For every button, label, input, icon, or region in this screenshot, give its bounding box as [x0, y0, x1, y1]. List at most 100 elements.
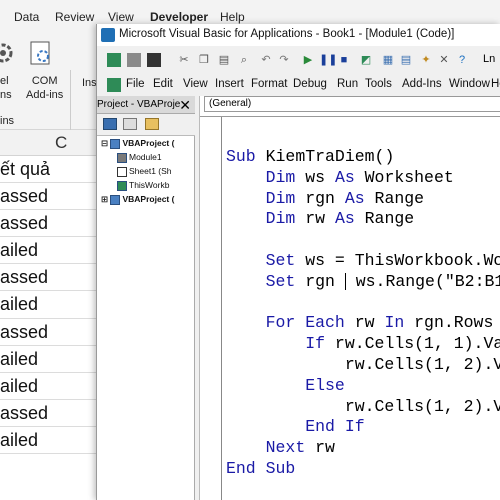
menu-help[interactable]: Help: [220, 10, 245, 24]
margin-indicator-bar[interactable]: [200, 117, 222, 500]
properties-icon[interactable]: ▤: [399, 53, 413, 67]
cut-icon[interactable]: ✂: [177, 53, 191, 67]
code-text-segment: ws.Range("B2:B1: [345, 271, 500, 291]
toolbox-icon[interactable]: ✕: [437, 53, 451, 67]
com-addins-label: COM Add-ins: [26, 75, 64, 101]
code-line[interactable]: Set rgn ws.Range("B2:B1: [226, 272, 500, 293]
code-text-segment: Range: [354, 209, 415, 229]
code-text-segment: rw.Cells(1, 2).Va: [344, 354, 500, 374]
cell[interactable]: ailed: [0, 291, 100, 319]
tree-node-sheet1[interactable]: Sheet1 (Sh: [117, 166, 172, 177]
cell[interactable]: ailed: [0, 346, 100, 373]
toggle-folders-icon[interactable]: [145, 118, 159, 130]
view-excel-icon[interactable]: [107, 53, 121, 67]
screen: Data Review View Developer Help el ns CO…: [0, 0, 500, 500]
code-text[interactable]: Sub KiemTraDiem() Dim ws As Worksheet Di…: [226, 147, 500, 480]
tree-node-vbaproject-book1[interactable]: ⊟ VBAProject (: [101, 138, 174, 149]
menu-run[interactable]: Run: [337, 78, 358, 90]
excel-ribbon: el ns COM Add-ins Ins ins: [0, 30, 100, 140]
code-pane[interactable]: Sub KiemTraDiem() Dim ws As Worksheet Di…: [200, 116, 500, 500]
code-line[interactable]: End Sub: [226, 459, 500, 480]
tree-node-vbaproject-2[interactable]: ⊞ VBAProject (: [101, 194, 174, 205]
menu-file[interactable]: File: [126, 78, 145, 90]
undo-icon[interactable]: ↶: [259, 53, 273, 67]
cell[interactable]: assed: [0, 264, 100, 292]
vba-title-bar[interactable]: Microsoft Visual Basic for Applications …: [97, 24, 500, 46]
code-line[interactable]: Else: [226, 376, 500, 397]
tree-node-thisworkbook[interactable]: ThisWorkb: [117, 180, 169, 191]
com-addins-icon[interactable]: [28, 40, 54, 66]
cell[interactable]: assed: [0, 400, 100, 427]
tree-node-module1[interactable]: Module1: [117, 152, 162, 163]
code-line[interactable]: [226, 293, 500, 314]
redo-icon[interactable]: ↷: [277, 53, 291, 67]
menu-data[interactable]: Data: [14, 10, 39, 24]
cell[interactable]: ailed: [0, 427, 100, 455]
code-keyword: End Sub: [226, 458, 296, 478]
cell[interactable]: ailed: [0, 373, 100, 400]
menu-format[interactable]: Format: [251, 78, 287, 90]
find-icon[interactable]: ⌕: [237, 53, 251, 67]
menu-view[interactable]: View: [183, 78, 208, 90]
code-line[interactable]: Dim ws As Worksheet: [226, 168, 500, 189]
reset-icon[interactable]: ■: [337, 53, 351, 67]
vba-menubar: File Edit View Insert Format Debug Run T…: [97, 74, 500, 96]
excel-addins-gear-icon[interactable]: [0, 40, 16, 66]
code-line[interactable]: rw.Cells(1, 2).Va: [226, 397, 500, 418]
code-line[interactable]: Sub KiemTraDiem(): [226, 147, 500, 168]
cell[interactable]: ết quả: [0, 156, 100, 184]
cell[interactable]: assed: [0, 319, 100, 346]
save-icon[interactable]: [147, 53, 161, 67]
code-text-segment: rw.Cells(1, 2).Va: [344, 396, 500, 416]
object-combo[interactable]: (General): [204, 96, 500, 112]
menu-tools[interactable]: Tools: [365, 78, 392, 90]
code-line[interactable]: For Each rw In rgn.Rows: [226, 313, 500, 334]
code-text-segment: rw: [344, 313, 385, 333]
menu-insert[interactable]: Insert: [215, 78, 244, 90]
excel-icon[interactable]: [107, 78, 121, 92]
menu-window[interactable]: Window: [449, 78, 490, 90]
close-icon[interactable]: ✕: [179, 97, 191, 114]
project-icon: [110, 194, 121, 205]
code-text-segment: rgn: [295, 188, 345, 208]
run-icon[interactable]: ▶: [301, 53, 315, 67]
menu-view[interactable]: View: [108, 10, 134, 24]
code-keyword: Set: [265, 271, 296, 291]
code-line[interactable]: Dim rw As Range: [226, 209, 500, 230]
menu-debug[interactable]: Debug: [293, 78, 327, 90]
code-line[interactable]: End If: [226, 417, 500, 438]
insert-module-icon[interactable]: [127, 53, 141, 67]
code-text-segment: ws = ThisWorkbook.Wor: [295, 250, 500, 270]
code-line[interactable]: [226, 230, 500, 251]
code-keyword: Else: [305, 375, 345, 395]
sheet-icon: [117, 166, 127, 177]
paste-icon[interactable]: ▤: [217, 53, 231, 67]
column-header[interactable]: C: [0, 130, 100, 156]
code-keyword: As: [344, 188, 365, 208]
menu-review[interactable]: Review: [55, 10, 94, 24]
menu-developer[interactable]: Developer: [150, 10, 208, 24]
project-explorer: Project - VBAProje ✕ ⊟ VBAProject ( Modu…: [97, 96, 195, 500]
object-browser-icon[interactable]: ✦: [419, 53, 433, 67]
cell[interactable]: assed: [0, 183, 100, 211]
code-line[interactable]: If rw.Cells(1, 1).Va: [226, 334, 500, 355]
view-object-icon[interactable]: [123, 118, 137, 130]
design-mode-icon[interactable]: ◩: [359, 53, 373, 67]
view-code-icon[interactable]: [103, 118, 117, 130]
help-icon[interactable]: ?: [455, 53, 469, 67]
cell[interactable]: assed: [0, 210, 100, 238]
cell[interactable]: ailed: [0, 237, 100, 265]
code-line[interactable]: Dim rgn As Range: [226, 189, 500, 210]
project-explorer-icon[interactable]: ▦: [381, 53, 395, 67]
menu-edit[interactable]: Edit: [153, 78, 173, 90]
copy-icon[interactable]: ❐: [197, 53, 211, 67]
menu-help[interactable]: He: [491, 78, 500, 90]
break-icon[interactable]: ❚❚: [319, 53, 337, 67]
menu-addins[interactable]: Add-Ins: [402, 78, 442, 90]
code-line[interactable]: rw.Cells(1, 2).Va: [226, 355, 500, 376]
code-line[interactable]: Set ws = ThisWorkbook.Wor: [226, 251, 500, 272]
code-line[interactable]: Next rw: [226, 438, 500, 459]
code-keyword: As: [334, 167, 355, 187]
